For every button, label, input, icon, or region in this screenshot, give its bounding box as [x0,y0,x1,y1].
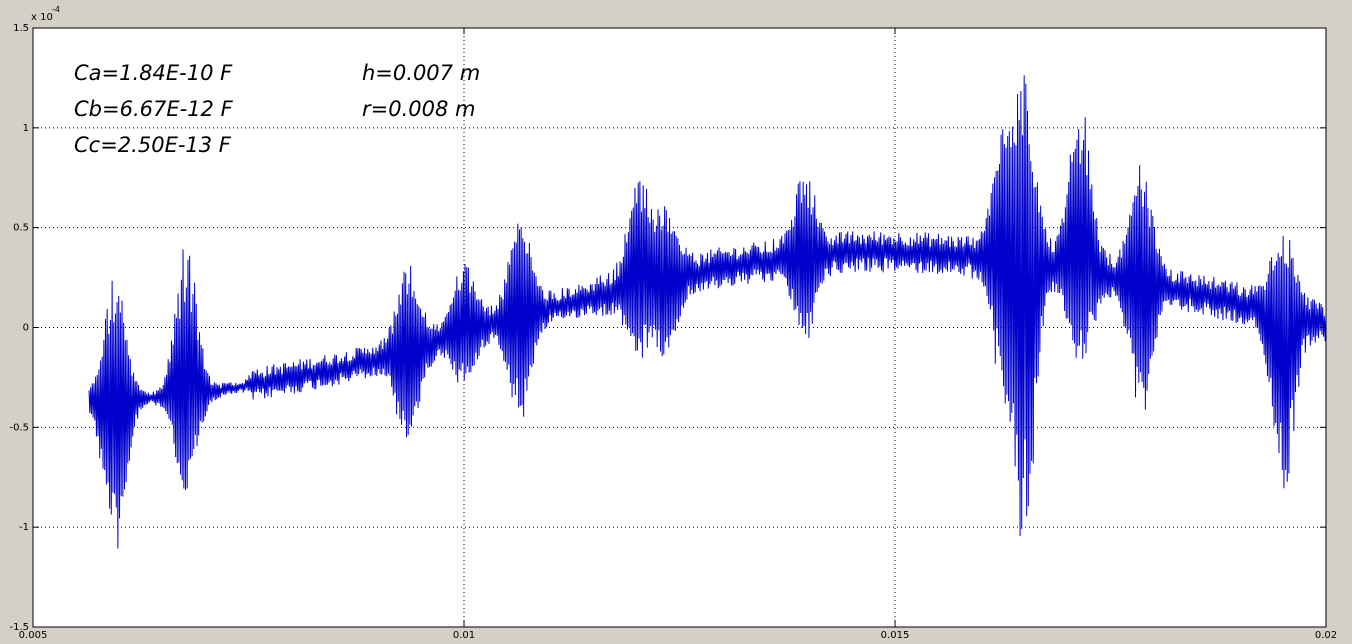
annotation-cb: Cb=6.67E-12 F [74,97,234,121]
annotation-cc: Cc=2.50E-13 F [74,133,232,157]
y-tick-label: -0.5 [9,422,29,433]
x-tick-label: 0.01 [453,630,475,639]
y-tick-label: 1.5 [13,23,29,34]
chart-figure: 0.005 0.01 0.015 0.02 -1.5 -1 -0.5 0 0.5 1 1.5 x 1… [0,0,1352,641]
y-tick-label: -1 [19,522,29,533]
chart-svg: 0.005 0.01 0.015 0.02-1.5-1-0.500.511.5 x 1… [9,5,1337,641]
x-tick-label: 0.015 [881,630,910,639]
y-tick-label: 0 [23,323,29,334]
annotation-ca: Ca=1.84E-10 F [74,61,233,85]
y-tick-label: 1 [23,123,29,134]
x-tick-label: 0.02 [1315,630,1337,639]
annotation-r: r=0.008 m [362,97,475,121]
y-tick-label: -1.5 [9,622,29,633]
y-exponent-value: -4 [52,5,60,14]
annotation-h: h=0.007 m [362,61,480,85]
y-tick-label: 0.5 [13,223,29,234]
y-exponent-label: x 10 [31,12,53,23]
